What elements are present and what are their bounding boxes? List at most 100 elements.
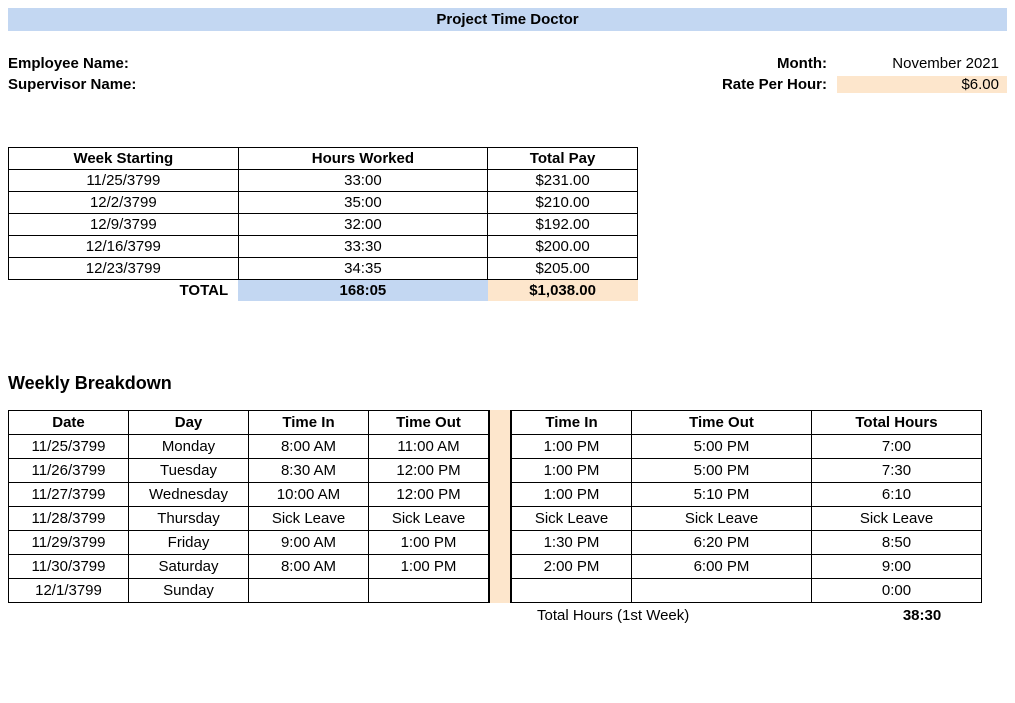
summary-cell-pay: $200.00: [488, 236, 638, 258]
breakdown-row-right: Sick LeaveSick LeaveSick Leave: [512, 507, 982, 531]
summary-cell-week: 12/16/3799: [9, 236, 239, 258]
total-label: TOTAL: [9, 280, 239, 302]
breakdown-cell-out1: 11:00 AM: [369, 435, 489, 459]
col-total: Total Hours: [812, 411, 982, 435]
breakdown-header-left: Date Day Time In Time Out: [9, 411, 489, 435]
summary-total-row: TOTAL 168:05 $1,038.00: [9, 280, 638, 302]
breakdown-cell-day: Monday: [129, 435, 249, 459]
breakdown-cell-total: 7:00: [812, 435, 982, 459]
breakdown-row-right: 1:00 PM5:00 PM7:30: [512, 459, 982, 483]
breakdown-cell-date: 11/30/3799: [9, 555, 129, 579]
breakdown-cell-out1: [369, 579, 489, 603]
breakdown-row-left: 11/27/3799Wednesday10:00 AM12:00 PM: [9, 483, 489, 507]
breakdown-cell-total: 0:00: [812, 579, 982, 603]
breakdown-cell-out2: 6:00 PM: [632, 555, 812, 579]
summary-row: 11/25/379933:00$231.00: [9, 170, 638, 192]
breakdown-cell-in2: Sick Leave: [512, 507, 632, 531]
summary-row: 12/9/379932:00$192.00: [9, 214, 638, 236]
breakdown-cell-out1: 12:00 PM: [369, 459, 489, 483]
col-pay: Total Pay: [488, 148, 638, 170]
breakdown-row-right: 2:00 PM6:00 PM9:00: [512, 555, 982, 579]
breakdown-row-left: 11/28/3799ThursdaySick LeaveSick Leave: [9, 507, 489, 531]
breakdown-wrap: Date Day Time In Time Out 11/25/3799Mond…: [8, 410, 1007, 603]
breakdown-cell-in2: 1:00 PM: [512, 435, 632, 459]
col-week: Week Starting: [9, 148, 239, 170]
breakdown-row-right: 1:00 PM5:00 PM7:00: [512, 435, 982, 459]
summary-cell-week: 12/23/3799: [9, 258, 239, 280]
summary-cell-pay: $192.00: [488, 214, 638, 236]
breakdown-cell-in1: 8:00 AM: [249, 555, 369, 579]
breakdown-cell-total: 7:30: [812, 459, 982, 483]
breakdown-cell-out2: [632, 579, 812, 603]
breakdown-cell-day: Tuesday: [129, 459, 249, 483]
supervisor-label: Supervisor Name:: [8, 76, 308, 93]
summary-cell-pay: $210.00: [488, 192, 638, 214]
header-row-supervisor: Supervisor Name: Rate Per Hour: $6.00: [8, 76, 1007, 93]
breakdown-cell-date: 12/1/3799: [9, 579, 129, 603]
breakdown-row-left: 11/26/3799Tuesday8:30 AM12:00 PM: [9, 459, 489, 483]
title-bar: Project Time Doctor: [8, 8, 1007, 31]
breakdown-cell-out2: Sick Leave: [632, 507, 812, 531]
breakdown-footer: Total Hours (1st Week) 38:30: [8, 607, 1007, 624]
breakdown-cell-date: 11/25/3799: [9, 435, 129, 459]
breakdown-cell-in2: 1:00 PM: [512, 459, 632, 483]
breakdown-cell-in2: 2:00 PM: [512, 555, 632, 579]
breakdown-cell-date: 11/29/3799: [9, 531, 129, 555]
summary-cell-hours: 32:00: [238, 214, 488, 236]
total-hours: 168:05: [238, 280, 488, 302]
breakdown-cell-in1: 10:00 AM: [249, 483, 369, 507]
breakdown-cell-total: 9:00: [812, 555, 982, 579]
summary-header-row: Week Starting Hours Worked Total Pay: [9, 148, 638, 170]
summary-row: 12/16/379933:30$200.00: [9, 236, 638, 258]
breakdown-row-right: 0:00: [512, 579, 982, 603]
breakdown-cell-day: Thursday: [129, 507, 249, 531]
breakdown-cell-day: Friday: [129, 531, 249, 555]
breakdown-cell-date: 11/26/3799: [9, 459, 129, 483]
total-pay: $1,038.00: [488, 280, 638, 302]
col-hours: Hours Worked: [238, 148, 488, 170]
breakdown-cell-out2: 5:00 PM: [632, 459, 812, 483]
breakdown-cell-in2: [512, 579, 632, 603]
breakdown-cell-total: 8:50: [812, 531, 982, 555]
footer-label: Total Hours (1st Week): [537, 607, 837, 624]
month-value: November 2021: [837, 55, 1007, 72]
breakdown-cell-day: Saturday: [129, 555, 249, 579]
col-in2: Time In: [512, 411, 632, 435]
breakdown-cell-total: Sick Leave: [812, 507, 982, 531]
breakdown-row-right: 1:00 PM5:10 PM6:10: [512, 483, 982, 507]
rate-label: Rate Per Hour:: [657, 76, 837, 93]
col-in1: Time In: [249, 411, 369, 435]
col-date: Date: [9, 411, 129, 435]
month-label: Month:: [657, 55, 837, 72]
breakdown-row-right: 1:30 PM6:20 PM8:50: [512, 531, 982, 555]
col-out1: Time Out: [369, 411, 489, 435]
col-out2: Time Out: [632, 411, 812, 435]
breakdown-cell-in2: 1:30 PM: [512, 531, 632, 555]
breakdown-header-right: Time In Time Out Total Hours: [512, 411, 982, 435]
breakdown-table-left: Date Day Time In Time Out 11/25/3799Mond…: [8, 410, 489, 603]
footer-value: 38:30: [837, 607, 1007, 624]
breakdown-cell-out1: 12:00 PM: [369, 483, 489, 507]
summary-table: Week Starting Hours Worked Total Pay 11/…: [8, 147, 638, 301]
breakdown-cell-in1: [249, 579, 369, 603]
breakdown-row-left: 11/29/3799Friday9:00 AM1:00 PM: [9, 531, 489, 555]
summary-row: 12/23/379934:35$205.00: [9, 258, 638, 280]
breakdown-table-right: Time In Time Out Total Hours 1:00 PM5:00…: [511, 410, 982, 603]
breakdown-title: Weekly Breakdown: [8, 373, 1007, 394]
title-text: Project Time Doctor: [436, 11, 578, 28]
breakdown-cell-in1: 8:30 AM: [249, 459, 369, 483]
col-day: Day: [129, 411, 249, 435]
summary-cell-hours: 34:35: [238, 258, 488, 280]
breakdown-row-left: 12/1/3799Sunday: [9, 579, 489, 603]
breakdown-cell-day: Sunday: [129, 579, 249, 603]
breakdown-cell-out1: 1:00 PM: [369, 555, 489, 579]
summary-cell-week: 12/2/3799: [9, 192, 239, 214]
breakdown-row-left: 11/25/3799Monday8:00 AM11:00 AM: [9, 435, 489, 459]
breakdown-cell-in2: 1:00 PM: [512, 483, 632, 507]
rate-value: $6.00: [837, 76, 1007, 93]
breakdown-cell-out2: 5:00 PM: [632, 435, 812, 459]
summary-cell-hours: 33:00: [238, 170, 488, 192]
summary-row: 12/2/379935:00$210.00: [9, 192, 638, 214]
summary-cell-pay: $205.00: [488, 258, 638, 280]
breakdown-cell-in1: 8:00 AM: [249, 435, 369, 459]
